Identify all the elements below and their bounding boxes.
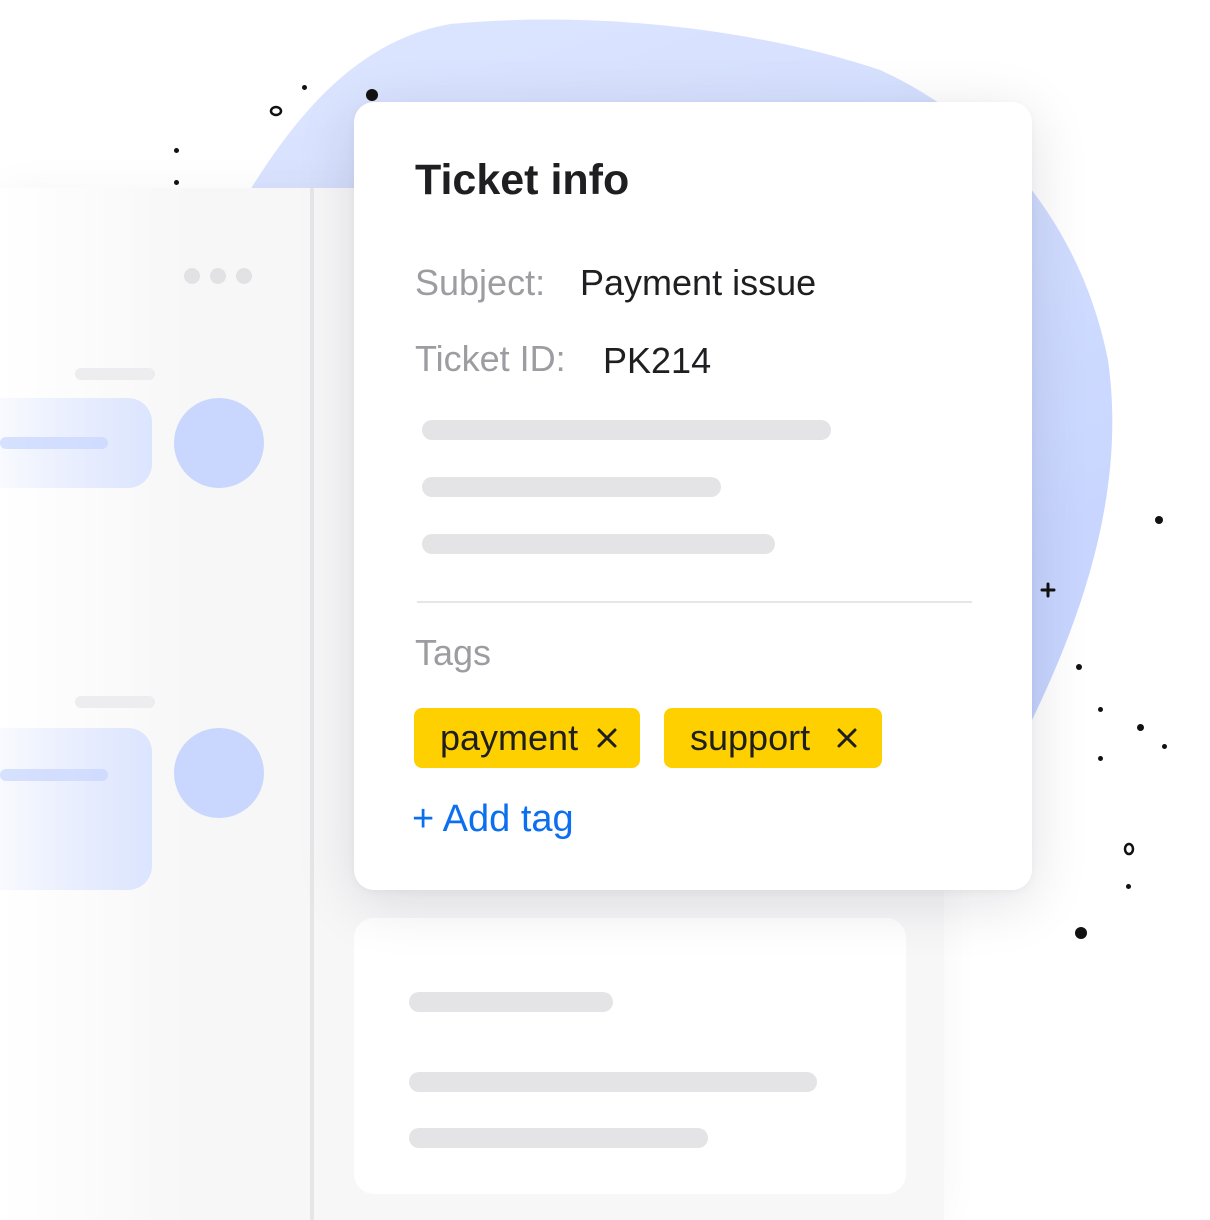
tag-support: support [664, 708, 882, 768]
decorative-speck [1137, 724, 1144, 731]
decorative-speck [174, 180, 179, 185]
placeholder-card [354, 918, 906, 1194]
background-window-divider [310, 188, 314, 1220]
background-label-line [75, 368, 155, 380]
card-title: Ticket info [415, 156, 630, 204]
decorative-speck [1098, 756, 1103, 761]
background-message-line [0, 437, 108, 449]
divider [417, 601, 972, 603]
decorative-plus [1040, 582, 1056, 598]
ticket-info-card: Ticket info Subject: Payment issue Ticke… [354, 102, 1032, 890]
tag-label: support [690, 717, 811, 758]
decorative-speck [1076, 664, 1082, 670]
decorative-ring [1123, 842, 1135, 856]
decorative-speck [1162, 744, 1167, 749]
close-icon[interactable] [596, 727, 618, 749]
ticket-id-label: Ticket ID: [415, 338, 566, 379]
decorative-speck [1155, 516, 1163, 524]
background-label-line [75, 696, 155, 708]
decorative-speck [1098, 707, 1103, 712]
placeholder-line [422, 477, 721, 497]
avatar [174, 398, 264, 488]
add-tag-link[interactable]: + Add tag [412, 798, 574, 841]
tag-label: payment [440, 717, 579, 758]
decorative-speck [366, 89, 378, 101]
placeholder-line [422, 534, 775, 554]
subject-value: Payment issue [580, 262, 817, 303]
background-message-bubble [0, 728, 152, 890]
avatar [174, 728, 264, 818]
ticket-id-value: PK214 [603, 340, 712, 381]
decorative-speck [174, 148, 179, 153]
placeholder-line [409, 992, 613, 1012]
more-options-icon [184, 268, 252, 284]
placeholder-line [422, 420, 831, 440]
tag-payment: payment [414, 708, 640, 768]
decorative-speck [1126, 884, 1131, 889]
decorative-speck [1075, 927, 1087, 939]
subject-label: Subject: [415, 262, 546, 303]
decorative-speck [302, 85, 307, 90]
tags-label: Tags [415, 632, 492, 673]
background-message-line [0, 769, 108, 781]
placeholder-line [409, 1072, 817, 1092]
decorative-ring [269, 105, 283, 117]
close-icon[interactable] [836, 727, 858, 749]
placeholder-line [409, 1128, 708, 1148]
